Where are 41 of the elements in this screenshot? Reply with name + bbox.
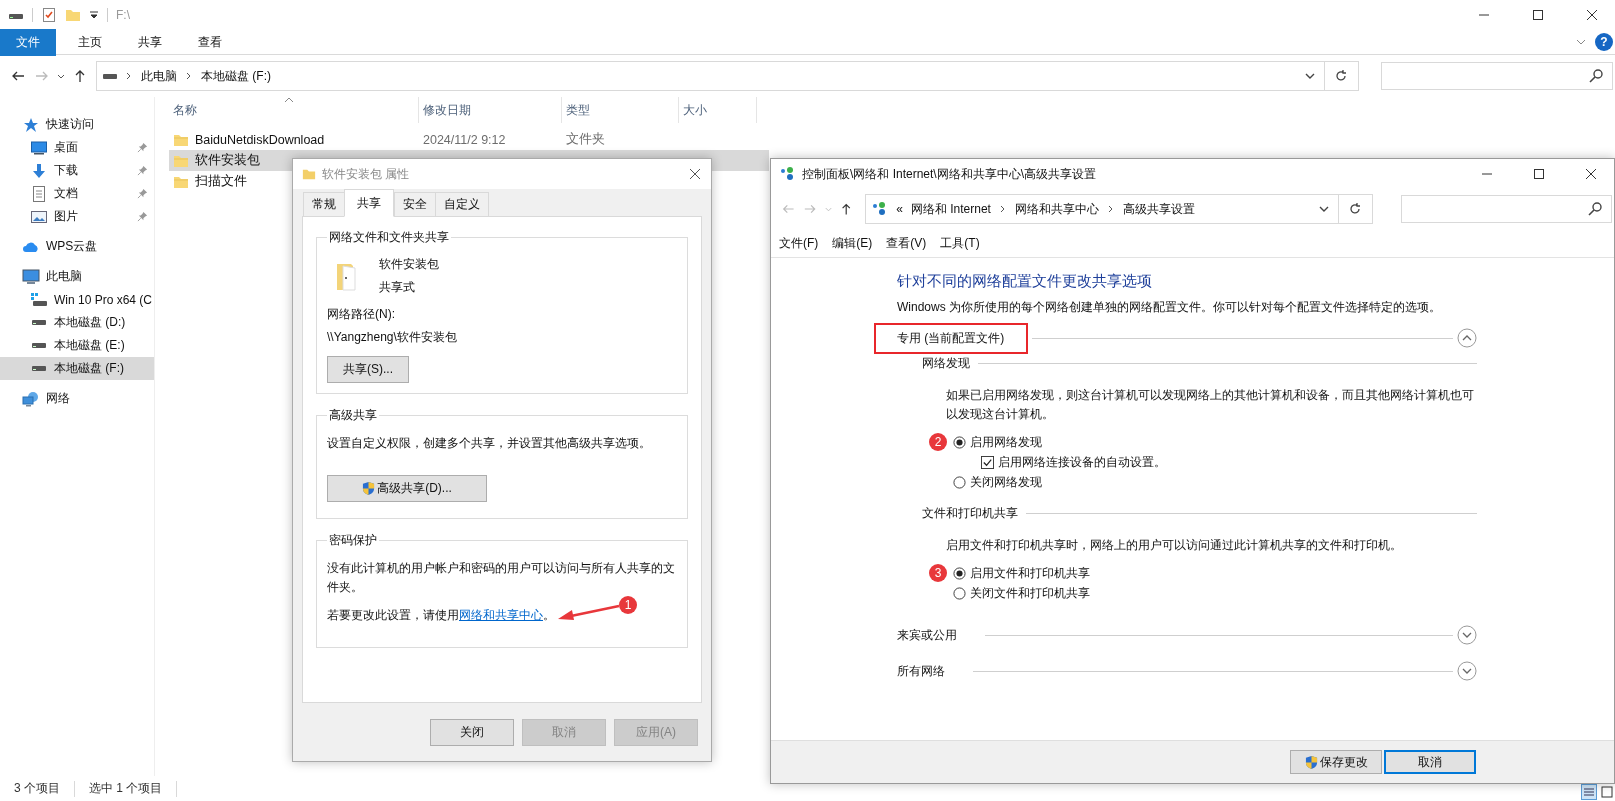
annotation-marker: 1 bbox=[619, 595, 637, 614]
sidebar-label: 快速访问 bbox=[46, 116, 94, 133]
sidebar-label: 本地磁盘 (F:) bbox=[54, 360, 124, 377]
file-name: BaiduNetdiskDownload bbox=[195, 132, 325, 147]
modified-date: 2024/11/2 9:12 bbox=[423, 132, 506, 147]
sidebar-label: Win 10 Pro x64 (C bbox=[54, 292, 153, 307]
group-title: 密码保护 bbox=[328, 532, 378, 549]
window-title: 控制面板\网络和 Internet\网络和共享中心\高级共享设置 bbox=[802, 165, 1097, 183]
sidebar-label: 本地磁盘 (D:) bbox=[54, 314, 126, 331]
folder-name: 软件安装包 bbox=[379, 256, 439, 273]
annotation-marker: 3 bbox=[929, 564, 947, 582]
sidebar-label: WPS云盘 bbox=[46, 238, 98, 255]
sidebar-label: 下载 bbox=[54, 162, 78, 179]
section-title: 文件和打印机共享 bbox=[922, 504, 1018, 522]
sidebar-label: 此电脑 bbox=[46, 268, 82, 285]
sidebar-label: 本地磁盘 (E:) bbox=[54, 337, 125, 354]
section-description: 如果已启用网络发现，则这台计算机可以发现网络上的其他计算机和设备，而且其他网络计算机也可以发现这台计算机。 bbox=[946, 387, 1475, 423]
page-description: Windows 为你所使用的每个网络创建单独的网络配置文件。你可以针对每个配置文件选择特定的选项。 bbox=[897, 299, 1442, 316]
status-text: 选中 1 个项目 bbox=[89, 780, 163, 797]
sidebar-label: 桌面 bbox=[54, 139, 78, 156]
group-description: 没有此计算机的用户帐户和密码的用户可以访问与所有人共享的文件夹。 bbox=[327, 560, 676, 596]
section-title: 网络发现 bbox=[922, 354, 970, 372]
group-description: 设置自定义权限，创建多个共享，并设置其他高级共享选项。 bbox=[327, 435, 652, 452]
share-state: 共享式 bbox=[379, 279, 416, 296]
network-path: \\Yangzheng\软件安装包 bbox=[327, 329, 458, 346]
dialog-title: 软件安装包 属性 bbox=[322, 165, 410, 183]
sidebar-label: 网络 bbox=[46, 390, 70, 407]
group-title: 网络文件和文件夹共享 bbox=[328, 229, 450, 246]
file-name: 扫描文件 bbox=[195, 173, 247, 190]
page-heading: 针对不同的网络配置文件更改共享选项 bbox=[897, 272, 1153, 291]
section-description: 启用文件和打印机共享时，网络上的用户可以访问通过此计算机共享的文件和打印机。 bbox=[946, 537, 1403, 554]
field-label: 网络路径(N): bbox=[327, 306, 396, 323]
annotation-marker: 2 bbox=[929, 433, 947, 451]
group-title: 高级共享 bbox=[328, 407, 378, 424]
window-title: F:\ bbox=[116, 8, 130, 22]
settings-sentence: 若要更改此设置，请使用网络和共享中心。 bbox=[327, 607, 555, 624]
status-text: 3 个项目 bbox=[14, 780, 60, 797]
file-type: 文件夹 bbox=[566, 131, 605, 148]
file-name: 软件安装包 bbox=[195, 152, 260, 169]
sidebar-label: 图片 bbox=[54, 208, 78, 225]
sidebar-label: 文档 bbox=[54, 185, 78, 202]
